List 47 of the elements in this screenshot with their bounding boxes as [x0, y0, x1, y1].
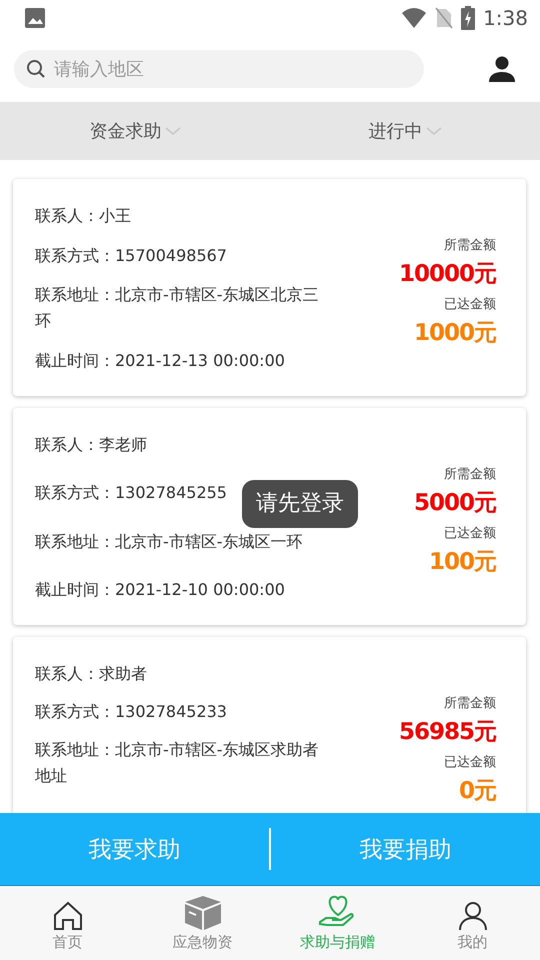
home-icon — [52, 901, 82, 931]
user-icon[interactable] — [488, 55, 516, 83]
address-text: 联系地址：北京市-市辖区-东城区一环 — [35, 530, 303, 553]
request-help-button[interactable]: 我要求助 — [0, 813, 269, 885]
chevron-down-icon — [164, 126, 180, 136]
raised-amount: 1000元 — [414, 318, 496, 348]
battery-icon — [461, 6, 476, 30]
filter-dropdown[interactable]: 进行中 — [368, 119, 442, 143]
help-request-card[interactable]: 联系人：小王 联系方式：15700498567 联系地址：北京市-市辖区-东城区北京三环 截止时间：2021-12-13 00:00:00 所需金额 10000元 已达金额 1000元 — [13, 179, 526, 396]
required-amount: 5000元 — [414, 488, 496, 518]
required-amount: 10000元 — [398, 260, 496, 288]
raised-amount-label: 已达金额 — [444, 296, 496, 312]
box-icon — [184, 895, 222, 931]
nav-tab[interactable]: 首页 — [0, 886, 135, 960]
help-request-card[interactable]: 联系人：求助者 联系方式：13027845233 联系地址：北京市-市辖区-东城区求助者地址 所需金额 56985元 已达金额 0元 — [13, 637, 526, 813]
chevron-down-icon — [426, 126, 442, 136]
person-icon — [458, 901, 488, 931]
contact-text: 联系人：李老师 — [35, 434, 147, 456]
phone-text: 联系方式：13027845233 — [35, 701, 227, 723]
contact-text: 联系人：小王 — [35, 205, 131, 227]
nav-tab[interactable]: 求助与捐赠 — [270, 886, 405, 960]
address-text: 联系地址：北京市-市辖区-东城区求助者地址 — [35, 739, 320, 787]
search-icon — [26, 59, 46, 79]
nav-tab[interactable]: 我的 — [405, 886, 540, 960]
toast-message: 请先登录 — [242, 480, 358, 528]
status-time: 1:38 — [483, 6, 528, 30]
required-amount-label: 所需金额 — [444, 236, 496, 254]
search-field[interactable]: 请输入地区 — [14, 50, 424, 88]
required-amount-label: 所需金额 — [444, 694, 496, 712]
phone-text: 联系方式：13027845255 — [35, 482, 227, 504]
required-amount-label: 所需金额 — [444, 466, 496, 482]
wifi-icon — [401, 7, 428, 29]
raised-amount-label: 已达金额 — [444, 524, 496, 542]
address-text: 联系地址：北京市-市辖区-东城区北京三环 — [35, 284, 320, 332]
deadline-text: 截止时间：2021-12-10 00:00:00 — [35, 578, 285, 601]
no-sim-icon — [435, 7, 454, 29]
required-amount: 56985元 — [398, 718, 496, 746]
contact-text: 联系人：求助者 — [35, 663, 147, 685]
raised-amount: 100元 — [428, 548, 496, 576]
nav-tab[interactable]: 应急物资 — [135, 886, 270, 960]
deadline-text: 截止时间：2021-12-13 00:00:00 — [35, 350, 285, 372]
donate-button[interactable]: 我要捐助 — [271, 813, 540, 885]
raised-amount-label: 已达金额 — [444, 754, 496, 770]
filter-dropdown[interactable]: 资金求助 — [90, 119, 180, 143]
phone-text: 联系方式：15700498567 — [35, 244, 227, 267]
image-icon — [24, 7, 46, 29]
raised-amount: 0元 — [458, 776, 496, 806]
